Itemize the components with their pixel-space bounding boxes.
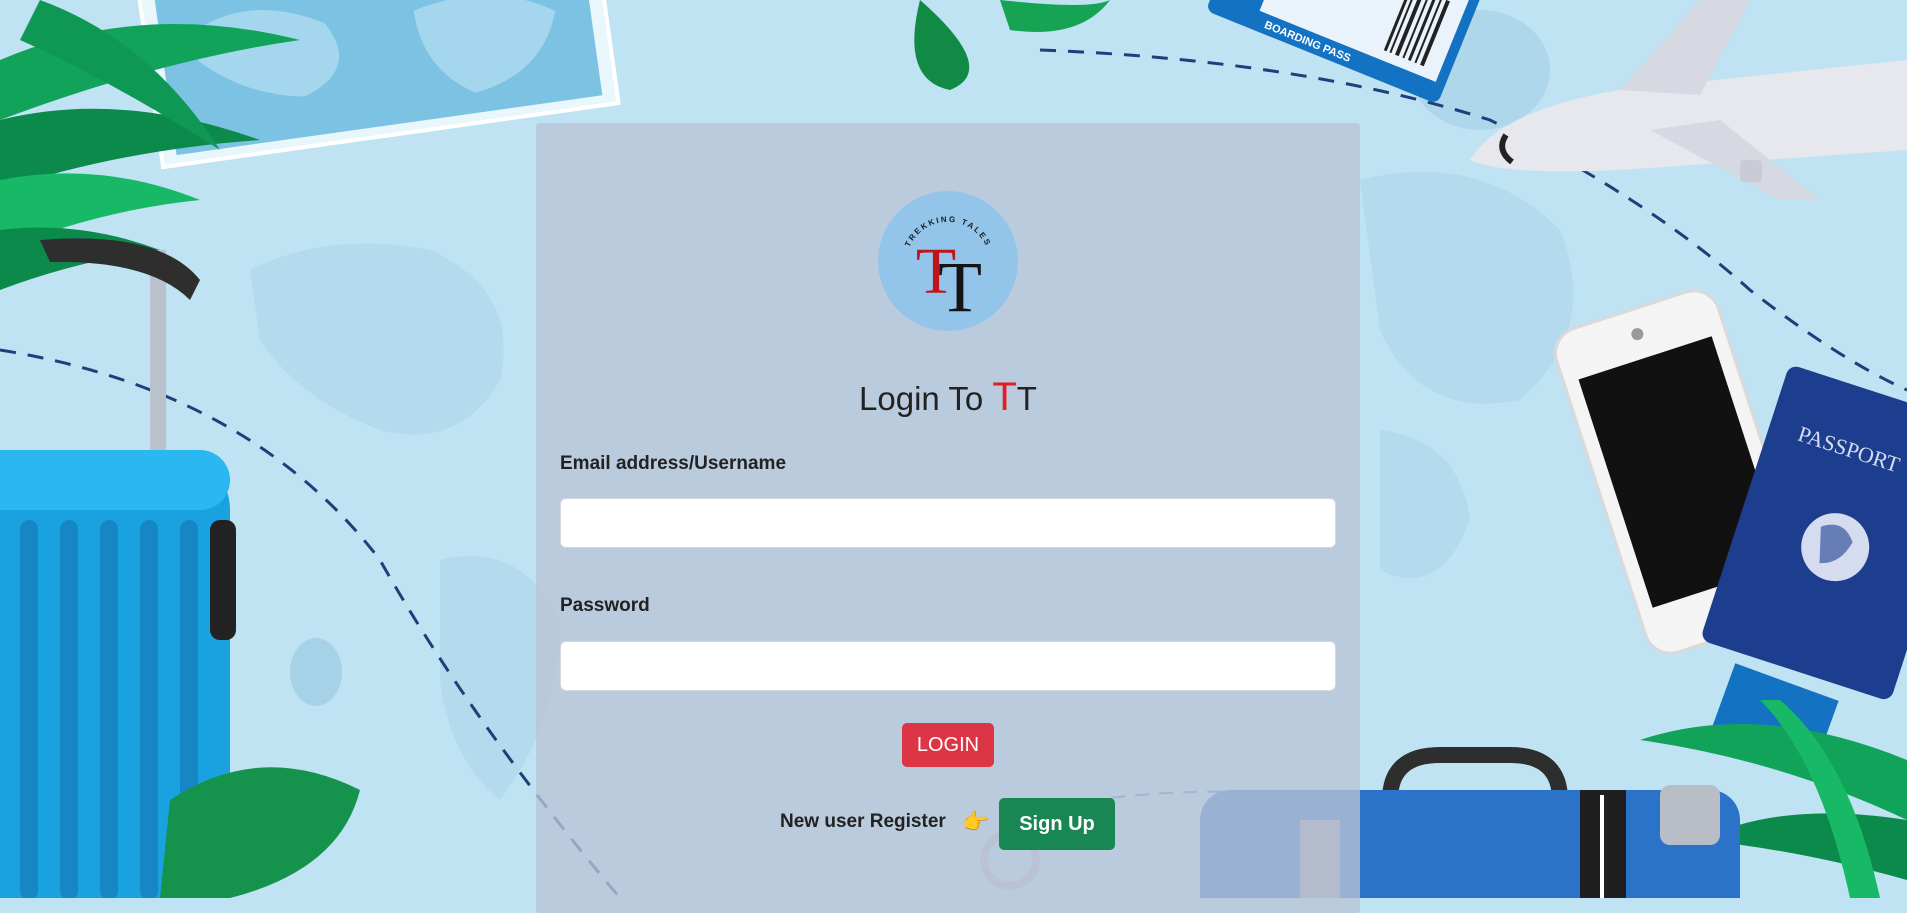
trekking-tales-logo-icon: TREKKING TALES T T [903,215,991,327]
title-suffix: T [1016,380,1037,417]
pointing-hand-icon: 👉 [962,809,990,834]
email-field[interactable] [560,498,1336,548]
page-title: Login To TT [536,375,1360,420]
password-label: Password [560,595,650,616]
title-red-letter: T [992,375,1017,419]
title-prefix: Login To [859,380,993,417]
password-field[interactable] [560,641,1336,691]
email-label: Email address/Username [560,453,787,474]
register-text: New user Register [780,811,946,832]
signup-button[interactable]: Sign Up [999,798,1115,850]
login-card: TREKKING TALES T T Login To TT Email add… [536,123,1360,913]
logo: TREKKING TALES T T [878,191,1018,331]
login-button[interactable]: LOGIN [902,723,994,767]
svg-text:T: T [938,247,982,327]
